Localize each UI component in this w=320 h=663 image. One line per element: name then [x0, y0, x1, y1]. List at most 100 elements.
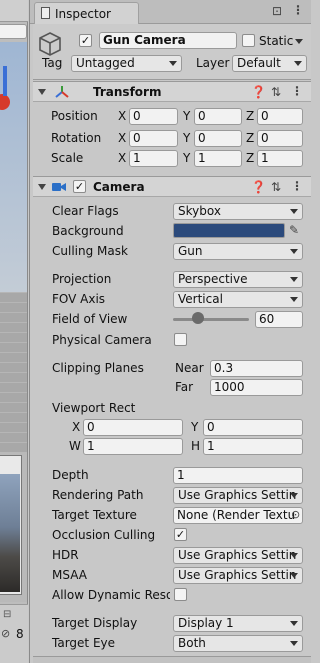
viewport-h-field[interactable]: 1 — [203, 438, 303, 455]
hdr-dropdown[interactable]: Use Graphics Settin — [173, 547, 303, 564]
gameobject-name-field[interactable]: Gun Camera — [99, 32, 237, 49]
preset-icon[interactable]: ⇅ — [271, 85, 281, 99]
rendering-path-label: Rendering Path — [52, 488, 144, 502]
occlusion-culling-checkbox[interactable]: ✓ — [174, 528, 187, 541]
fov-value-field[interactable]: 60 — [255, 311, 303, 328]
scale-z-field[interactable]: 1 — [257, 150, 303, 167]
gameobject-active-toggle[interactable]: ✓ — [79, 34, 92, 47]
rendering-path-dropdown[interactable]: Use Graphics Settin — [173, 487, 303, 504]
eyedropper-icon[interactable]: ✎ — [289, 223, 299, 237]
dynamic-resolution-checkbox[interactable] — [174, 588, 187, 601]
chevron-down-icon — [290, 249, 298, 254]
viewport-w-field[interactable]: 1 — [83, 438, 183, 455]
scene-search-field[interactable] — [0, 24, 27, 39]
tag-label: Tag — [42, 56, 63, 70]
viewport-y-label[interactable]: Y — [191, 419, 198, 435]
hdr-value: Use Graphics Settin — [178, 548, 297, 562]
msaa-dropdown[interactable]: Use Graphics Settin — [173, 567, 303, 584]
background-color-field[interactable] — [173, 223, 285, 238]
tag-dropdown[interactable]: Untagged — [71, 55, 182, 72]
depth-field[interactable]: 1 — [173, 467, 303, 484]
fov-axis-label: FOV Axis — [52, 292, 106, 306]
physical-camera-checkbox[interactable] — [174, 333, 187, 346]
fov-slider-track[interactable] — [173, 318, 249, 321]
culling-mask-dropdown[interactable]: Gun — [173, 243, 303, 260]
visibility-icon[interactable]: ⊘ — [1, 627, 10, 640]
tab-menu-icon[interactable]: ⋮ — [292, 3, 304, 17]
viewport-y-field[interactable]: 0 — [203, 419, 303, 436]
preset-icon[interactable]: ⇅ — [271, 180, 281, 194]
viewport-x-label[interactable]: X — [72, 419, 80, 435]
chevron-down-icon — [290, 297, 298, 302]
static-dropdown-arrow[interactable] — [295, 39, 303, 44]
transform-icon — [55, 86, 69, 98]
rotation-x-label[interactable]: X — [118, 130, 126, 146]
projection-label: Projection — [52, 272, 112, 286]
rotation-y-field[interactable]: 0 — [194, 130, 242, 147]
lock-icon[interactable]: ⊟ — [3, 609, 11, 620]
rotation-y-label[interactable]: Y — [183, 130, 190, 146]
position-y-field[interactable]: 0 — [194, 108, 242, 125]
foldout-arrow-icon[interactable] — [38, 89, 46, 95]
context-menu-icon[interactable]: ⋮ — [291, 84, 303, 98]
tab-inspector[interactable]: Inspector — [34, 2, 139, 24]
position-x-label[interactable]: X — [118, 108, 126, 124]
far-field[interactable]: 1000 — [210, 379, 303, 396]
rotation-x-field[interactable]: 0 — [129, 130, 178, 147]
scale-x-label[interactable]: X — [118, 150, 126, 166]
tab-lock-icon[interactable]: ⊡ — [272, 4, 282, 18]
clear-flags-label: Clear Flags — [52, 204, 119, 218]
inspector-icon — [41, 7, 50, 19]
target-texture-field[interactable]: None (Render Textu — [173, 507, 303, 524]
scene-ground — [0, 292, 27, 452]
layer-dropdown[interactable]: Default — [232, 55, 307, 72]
camera-icon — [52, 183, 66, 191]
fov-axis-dropdown[interactable]: Vertical — [173, 291, 303, 308]
chevron-down-icon — [169, 61, 177, 66]
target-texture-value: None (Render Textu — [177, 508, 296, 522]
context-menu-icon[interactable]: ⋮ — [291, 179, 303, 193]
layer-label: Layer — [196, 56, 230, 70]
rotation-z-field[interactable]: 0 — [257, 130, 303, 147]
cube-icon — [39, 32, 61, 56]
layer-value: Default — [237, 56, 281, 70]
scene-gizmo-blue[interactable] — [3, 66, 7, 96]
rotation-z-label[interactable]: Z — [246, 130, 254, 146]
scale-z-label[interactable]: Z — [246, 150, 254, 166]
position-x-field[interactable]: 0 — [129, 108, 178, 125]
near-field[interactable]: 0.3 — [210, 360, 303, 377]
scale-y-field[interactable]: 1 — [194, 150, 242, 167]
help-icon[interactable]: ❓ — [251, 85, 266, 99]
scale-x-field[interactable]: 1 — [129, 150, 178, 167]
tab-inspector-label: Inspector — [55, 7, 111, 21]
camera-header[interactable]: ✓ Camera ❓ ⇅ ⋮ — [33, 176, 311, 197]
transform-title: Transform — [93, 85, 162, 99]
rotation-label: Rotation — [51, 131, 102, 145]
help-icon[interactable]: ❓ — [251, 180, 266, 194]
fov-slider-handle[interactable] — [192, 312, 205, 324]
target-eye-value: Both — [178, 636, 206, 650]
bottom-toolbar: ⊟ ⊘ 8 — [0, 604, 28, 663]
chevron-down-icon — [294, 61, 302, 66]
static-toggle[interactable] — [242, 34, 255, 47]
near-label[interactable]: Near — [175, 360, 204, 376]
projection-dropdown[interactable]: Perspective — [173, 271, 303, 288]
viewport-x-field[interactable]: 0 — [83, 419, 183, 436]
object-picker-icon[interactable]: ⊙ — [291, 508, 300, 522]
viewport-h-label[interactable]: H — [191, 438, 200, 454]
scale-y-label[interactable]: Y — [183, 150, 190, 166]
projection-value: Perspective — [178, 272, 248, 286]
position-y-label[interactable]: Y — [183, 108, 190, 124]
viewport-w-label[interactable]: W — [69, 438, 81, 454]
camera-enabled-toggle[interactable]: ✓ — [73, 180, 86, 193]
position-z-field[interactable]: 0 — [257, 108, 303, 125]
foldout-arrow-icon[interactable] — [38, 184, 46, 190]
target-display-dropdown[interactable]: Display 1 — [173, 615, 303, 632]
chevron-down-icon — [290, 277, 298, 282]
far-label[interactable]: Far — [175, 379, 193, 395]
clear-flags-dropdown[interactable]: Skybox — [173, 203, 303, 220]
scene-view-partial[interactable]: ⊟ ⊘ 8 — [0, 0, 28, 663]
position-z-label[interactable]: Z — [246, 108, 254, 124]
transform-header[interactable]: Transform ❓ ⇅ ⋮ — [33, 81, 311, 102]
target-eye-dropdown[interactable]: Both — [173, 635, 303, 652]
